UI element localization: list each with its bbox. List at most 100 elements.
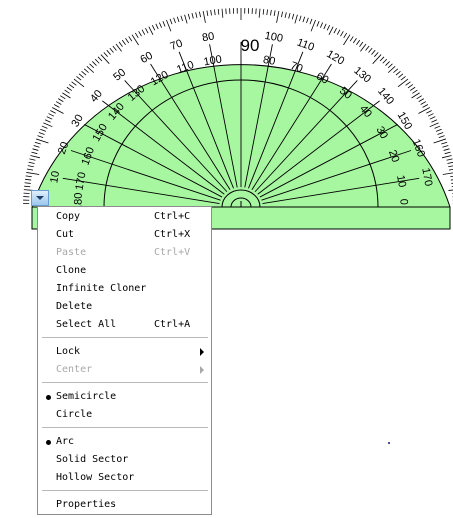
protractor-tick (412, 89, 418, 94)
protractor-tick (55, 101, 62, 105)
protractor-tick (407, 84, 414, 89)
menu-item-properties[interactable]: Properties (38, 496, 211, 514)
protractor-tick (32, 148, 39, 151)
menu-item-lock[interactable]: Lock (38, 343, 211, 361)
protractor-tick (349, 36, 354, 42)
menu-item-select-all[interactable]: Select All Ctrl+A (38, 316, 211, 334)
protractor-tick (210, 9, 212, 16)
protractor-tick (25, 178, 32, 181)
protractor-scale-label: 100 (264, 30, 284, 45)
menu-item-circle[interactable]: Circle (38, 406, 211, 424)
protractor-tick (310, 19, 316, 32)
protractor-tick (71, 81, 77, 86)
protractor-tick (416, 95, 422, 100)
protractor-tick (118, 41, 123, 47)
protractor-tick (360, 43, 367, 52)
protractor-tick (73, 78, 85, 88)
menu-item-label: Semicircle (56, 391, 117, 402)
protractor-tick (405, 81, 411, 86)
menu-item-shortcut: Ctrl+V (154, 247, 191, 258)
protractor[interactable]: 1020304050607080 100 110120130140150160170… (0, 0, 453, 230)
protractor-tick (37, 135, 44, 139)
protractor-tick (184, 14, 188, 24)
protractor-tick (46, 116, 53, 120)
protractor-tick (446, 158, 453, 161)
protractor-tick (294, 14, 298, 24)
menu-item-arc[interactable]: Arc (38, 433, 211, 451)
protractor-tick (221, 8, 224, 18)
menu-item-label: Arc (56, 436, 75, 447)
protractor-tick (448, 165, 453, 168)
protractor-tick (434, 125, 441, 129)
protractor-tick (199, 11, 201, 18)
protractor-tick (437, 132, 444, 135)
protractor-tick (393, 68, 399, 73)
menu-item-semicircle[interactable]: Semicircle (38, 388, 211, 406)
protractor-tick (352, 38, 357, 44)
chevron-down-icon (36, 196, 44, 200)
context-menu: Copy Ctrl+C Cut Ctrl+X Paste Ctrl+V Clon… (37, 206, 212, 515)
menu-separator (42, 490, 208, 491)
protractor-tick (214, 9, 216, 16)
object-menu-button[interactable] (31, 190, 49, 206)
protractor-tick (44, 119, 51, 123)
menu-item-shortcut: Ctrl+A (154, 319, 191, 330)
protractor-tick (442, 172, 453, 175)
menu-item-label: Copy (56, 211, 81, 222)
protractor-tick (448, 189, 453, 191)
protractor-tick (411, 92, 420, 99)
protractor-scale-label: 140 (375, 85, 396, 107)
protractor-tick (447, 161, 453, 164)
menu-item-label: Clone (56, 265, 87, 276)
protractor-tick (365, 45, 370, 51)
protractor-tick (97, 56, 103, 62)
protractor-tick (426, 110, 432, 114)
menu-item-infinite-cloner[interactable]: Infinite Cloner (38, 280, 211, 298)
protractor-tick (291, 13, 295, 20)
protractor-tick (141, 29, 146, 35)
menu-item-solid-sector[interactable]: Solid Sector (38, 451, 211, 469)
protractor-tick (435, 128, 442, 132)
protractor-tick (429, 116, 436, 120)
protractor-tick (64, 89, 70, 94)
protractor-tick (25, 175, 32, 178)
protractor-tick (66, 86, 72, 91)
protractor-tick (27, 165, 34, 168)
radio-selected-icon (46, 440, 51, 445)
protractor-tick (166, 19, 172, 32)
menu-item-cut[interactable]: Cut Ctrl+X (38, 226, 211, 244)
menu-item-label: Delete (56, 301, 93, 312)
menu-item-delete[interactable]: Delete (38, 298, 211, 316)
menu-item-copy[interactable]: Copy Ctrl+C (38, 208, 211, 226)
protractor-tick (100, 54, 110, 64)
menu-separator (42, 427, 208, 428)
protractor-scale-label: 10 (48, 170, 62, 184)
protractor-tick (273, 10, 276, 17)
protractor-scale-label: 40 (88, 88, 105, 105)
protractor-tick (26, 172, 40, 175)
protractor-tick (328, 26, 334, 35)
chevron-right-icon (200, 366, 204, 374)
protractor-tick (173, 17, 176, 24)
protractor-tick (158, 22, 162, 28)
protractor-tick (115, 43, 122, 52)
protractor-tick (109, 47, 114, 53)
menu-item-label: Paste (56, 247, 87, 258)
protractor-tick (83, 68, 89, 73)
protractor-tick (400, 76, 406, 81)
menu-separator (42, 337, 208, 338)
protractor-tick (33, 145, 40, 148)
protractor-tick (387, 63, 393, 69)
menu-item-hollow-sector[interactable]: Hollow Sector (38, 469, 211, 487)
protractor-tick (395, 70, 401, 76)
menu-item-label: Center (56, 364, 93, 375)
protractor-tick (323, 23, 327, 30)
protractor-tick (276, 10, 280, 23)
protractor-tick (148, 26, 154, 35)
menu-item-clone[interactable]: Clone (38, 262, 211, 280)
protractor-tick (431, 119, 438, 123)
chevron-right-icon (200, 348, 204, 356)
protractor-tick (60, 95, 66, 100)
protractor-scale-label: 80 (262, 54, 276, 68)
protractor-tick (180, 15, 183, 22)
